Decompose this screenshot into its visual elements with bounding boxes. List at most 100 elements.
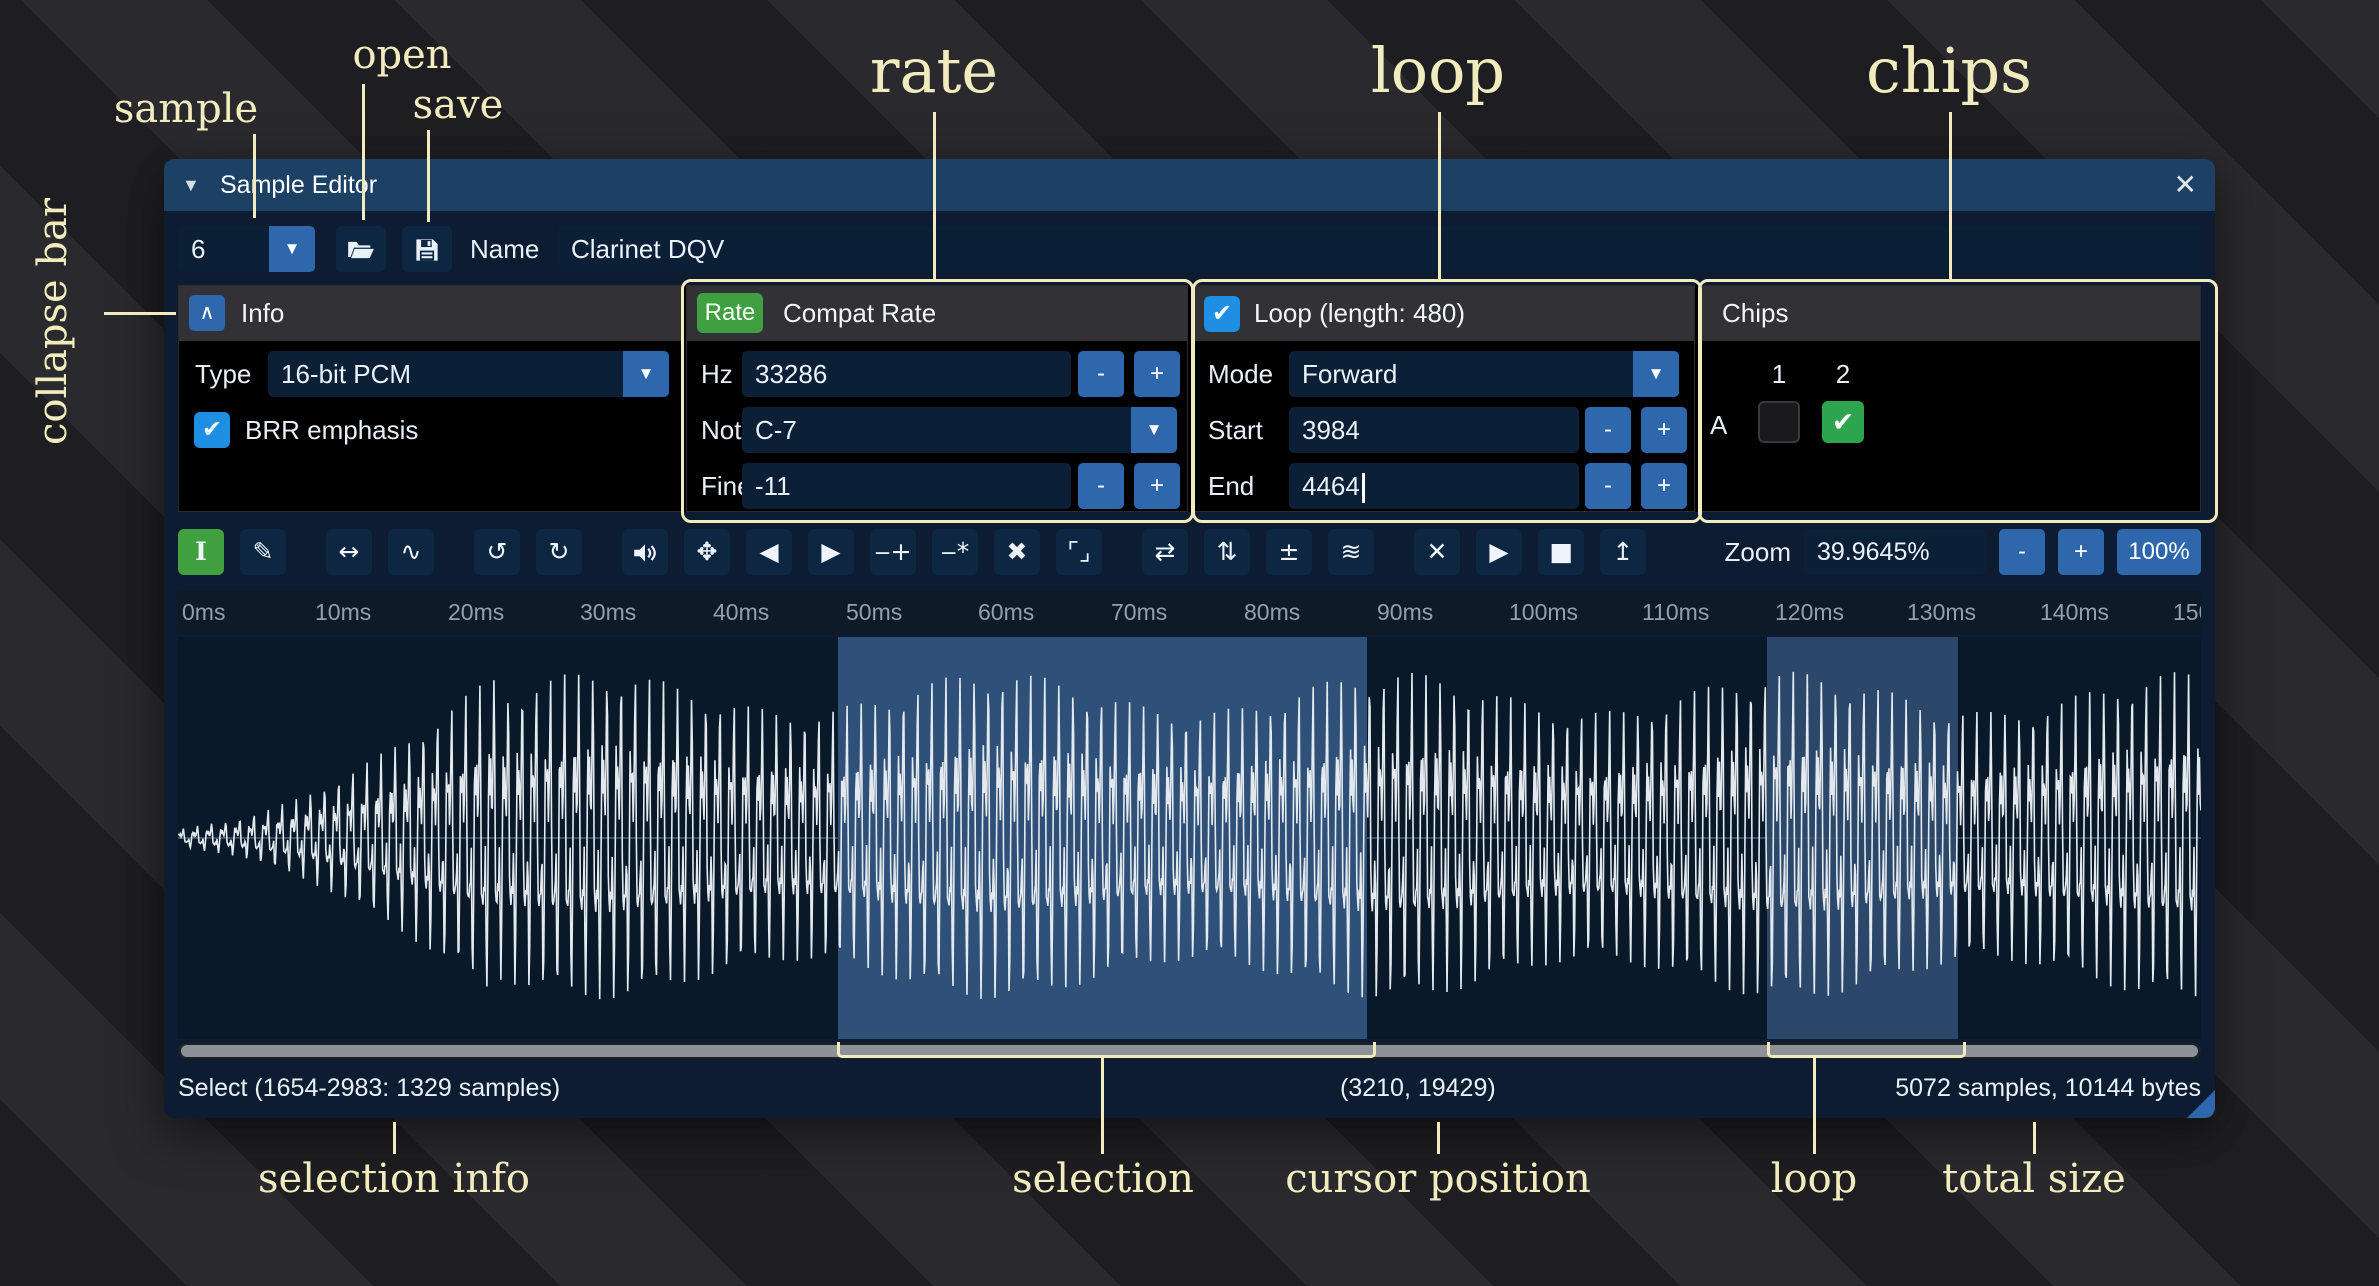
loop-mode-dropdown[interactable]: Forward ▼ bbox=[1289, 351, 1679, 397]
hz-input[interactable]: 33286 bbox=[742, 351, 1071, 397]
type-dropdown[interactable]: 16-bit PCM ▼ bbox=[268, 351, 669, 397]
loop-end-plus-button[interactable]: + bbox=[1641, 463, 1687, 509]
fine-input[interactable]: -11 bbox=[742, 463, 1071, 509]
waveform-plot bbox=[178, 637, 2201, 1039]
annotation-line-total-size bbox=[2033, 1122, 2036, 1154]
waveform-canvas[interactable] bbox=[178, 637, 2201, 1039]
delete-button[interactable]: ✖ bbox=[994, 529, 1040, 575]
fine-value: -11 bbox=[755, 471, 791, 501]
hz-plus-button[interactable]: + bbox=[1134, 351, 1180, 397]
sample-name-input[interactable]: Clarinet DQV bbox=[558, 226, 2201, 272]
loop-start-minus-button[interactable]: - bbox=[1585, 407, 1631, 453]
ruler-tick-label: 90ms bbox=[1377, 591, 1433, 634]
resample-button[interactable]: ∿ bbox=[388, 529, 434, 575]
rate-panel-header: Rate Compat Rate bbox=[687, 286, 1187, 341]
loop-panel: ✔ Loop (length: 480) Mode Forward ▼ Star… bbox=[1193, 285, 1695, 512]
zoom-reset-button[interactable]: 100% bbox=[2117, 529, 2201, 575]
filter-button[interactable]: ≋ bbox=[1328, 529, 1374, 575]
fine-minus-button[interactable]: - bbox=[1078, 463, 1124, 509]
chevron-down-icon[interactable]: ▼ bbox=[269, 226, 315, 272]
rate-panel: Rate Compat Rate Hz 33286 - + Note C-7 ▼… bbox=[686, 285, 1188, 512]
save-button[interactable] bbox=[402, 226, 452, 272]
zoom-label: Zoom bbox=[1725, 537, 1791, 568]
note-dropdown[interactable]: C-7 ▼ bbox=[742, 407, 1177, 453]
stop-button[interactable]: ■ bbox=[1538, 529, 1584, 575]
ruler-tick-label: 10ms bbox=[315, 591, 371, 634]
undo-button[interactable]: ↺ bbox=[474, 529, 520, 575]
sign-button[interactable]: ± bbox=[1266, 529, 1312, 575]
cursor-position-text: (3210, 19429) bbox=[1340, 1066, 1496, 1118]
edit-mode-select-button[interactable]: I bbox=[178, 529, 224, 575]
chip-2-checkbox[interactable]: ✔ bbox=[1822, 401, 1864, 443]
sample-number-combo[interactable]: 6 ▼ bbox=[178, 226, 315, 272]
chevron-down-icon[interactable]: ▼ bbox=[1131, 407, 1177, 453]
loop-panel-header: ✔ Loop (length: 480) bbox=[1194, 286, 1694, 341]
annotation-line-selection-info bbox=[393, 1122, 396, 1154]
annotation-sample: sample bbox=[86, 86, 286, 132]
fade-in-button[interactable]: ◀ bbox=[746, 529, 792, 575]
titlebar[interactable]: ▼ Sample Editor ✕ bbox=[164, 159, 2215, 211]
ruler-tick-label: 150ms bbox=[2173, 591, 2201, 634]
zoom-out-button[interactable]: - bbox=[1999, 529, 2045, 575]
trim-button[interactable]: ⌜⌟ bbox=[1056, 529, 1102, 575]
loop-end-input[interactable]: 4464 bbox=[1289, 463, 1579, 509]
resize-grip[interactable] bbox=[2187, 1090, 2215, 1118]
reverse-button[interactable]: ⇄ bbox=[1142, 529, 1188, 575]
ruler-tick-label: 120ms bbox=[1775, 591, 1844, 634]
chevron-down-icon[interactable]: ▼ bbox=[1633, 351, 1679, 397]
apply-silence-button[interactable]: ‒* bbox=[932, 529, 978, 575]
sample-toolbar: I ✎ ↔ ∿ ↺ ↻ ✥ ◀ bbox=[178, 529, 2201, 575]
open-button[interactable] bbox=[336, 226, 386, 272]
chevron-down-icon[interactable]: ▼ bbox=[623, 351, 669, 397]
window-collapse-icon[interactable]: ▼ bbox=[182, 159, 200, 211]
edit-mode-draw-button[interactable]: ✎ bbox=[240, 529, 286, 575]
check-icon: ✔ bbox=[1832, 407, 1855, 437]
zoom-input[interactable]: 39.9645% bbox=[1804, 529, 1986, 575]
preview-button[interactable]: ▶ bbox=[1476, 529, 1522, 575]
loop-start-plus-button[interactable]: + bbox=[1641, 407, 1687, 453]
loop-mode-value: Forward bbox=[1302, 351, 1397, 397]
chips-panel-title: Chips bbox=[1722, 286, 1788, 341]
chip-column-2: 2 bbox=[1822, 351, 1864, 397]
annotation-rate: rate bbox=[784, 34, 1084, 107]
screenshot-root: ▼ Sample Editor ✕ 6 ▼ Name bbox=[0, 0, 2379, 1286]
insert-silence-button[interactable]: ‒+ bbox=[870, 529, 916, 575]
chip-1-checkbox[interactable] bbox=[1758, 401, 1800, 443]
speaker-icon bbox=[632, 540, 658, 566]
time-ruler[interactable]: 0ms 10ms 20ms 30ms 40ms 50ms 60ms 70ms 8… bbox=[178, 591, 2201, 634]
normalize-button[interactable]: ✥ bbox=[684, 529, 730, 575]
ruler-tick-label: 40ms bbox=[713, 591, 769, 634]
ruler-tick-label: 70ms bbox=[1111, 591, 1167, 634]
check-icon: ✔ bbox=[202, 416, 222, 443]
mode-label: Mode bbox=[1208, 351, 1273, 397]
upload-button[interactable]: ↥ bbox=[1600, 529, 1646, 575]
hz-minus-button[interactable]: - bbox=[1078, 351, 1124, 397]
redo-button[interactable]: ↻ bbox=[536, 529, 582, 575]
loop-enable-checkbox[interactable]: ✔ bbox=[1204, 296, 1240, 332]
hz-value: 33286 bbox=[755, 359, 827, 389]
text-caret bbox=[1362, 473, 1365, 503]
close-button[interactable]: ✕ bbox=[2174, 159, 2197, 211]
hz-label: Hz bbox=[701, 351, 733, 397]
window-title: Sample Editor bbox=[220, 159, 377, 211]
invert-button[interactable]: ⇅ bbox=[1204, 529, 1250, 575]
zoom-in-button[interactable]: + bbox=[2058, 529, 2104, 575]
fine-plus-button[interactable]: + bbox=[1134, 463, 1180, 509]
brr-emphasis-checkbox[interactable]: ✔ bbox=[194, 412, 230, 448]
collapse-bar-button[interactable]: ∧ bbox=[189, 295, 225, 331]
resize-button[interactable]: ↔ bbox=[326, 529, 372, 575]
amplify-button[interactable] bbox=[622, 529, 668, 575]
waveform-scrollbar[interactable] bbox=[178, 1043, 2201, 1059]
loop-end-minus-button[interactable]: - bbox=[1585, 463, 1631, 509]
annotation-open: open bbox=[322, 32, 482, 78]
chip-column-1: 1 bbox=[1758, 351, 1800, 397]
annotation-save: save bbox=[378, 82, 538, 128]
crossfade-button[interactable]: ✕ bbox=[1414, 529, 1460, 575]
loop-panel-title: Loop (length: 480) bbox=[1254, 286, 1465, 341]
ruler-tick-label: 20ms bbox=[448, 591, 504, 634]
loop-start-input[interactable]: 3984 bbox=[1289, 407, 1579, 453]
scrollbar-thumb[interactable] bbox=[181, 1045, 2198, 1057]
fade-out-button[interactable]: ▶ bbox=[808, 529, 854, 575]
type-value: 16-bit PCM bbox=[281, 351, 411, 397]
annotation-line-cursor-position bbox=[1437, 1122, 1440, 1154]
